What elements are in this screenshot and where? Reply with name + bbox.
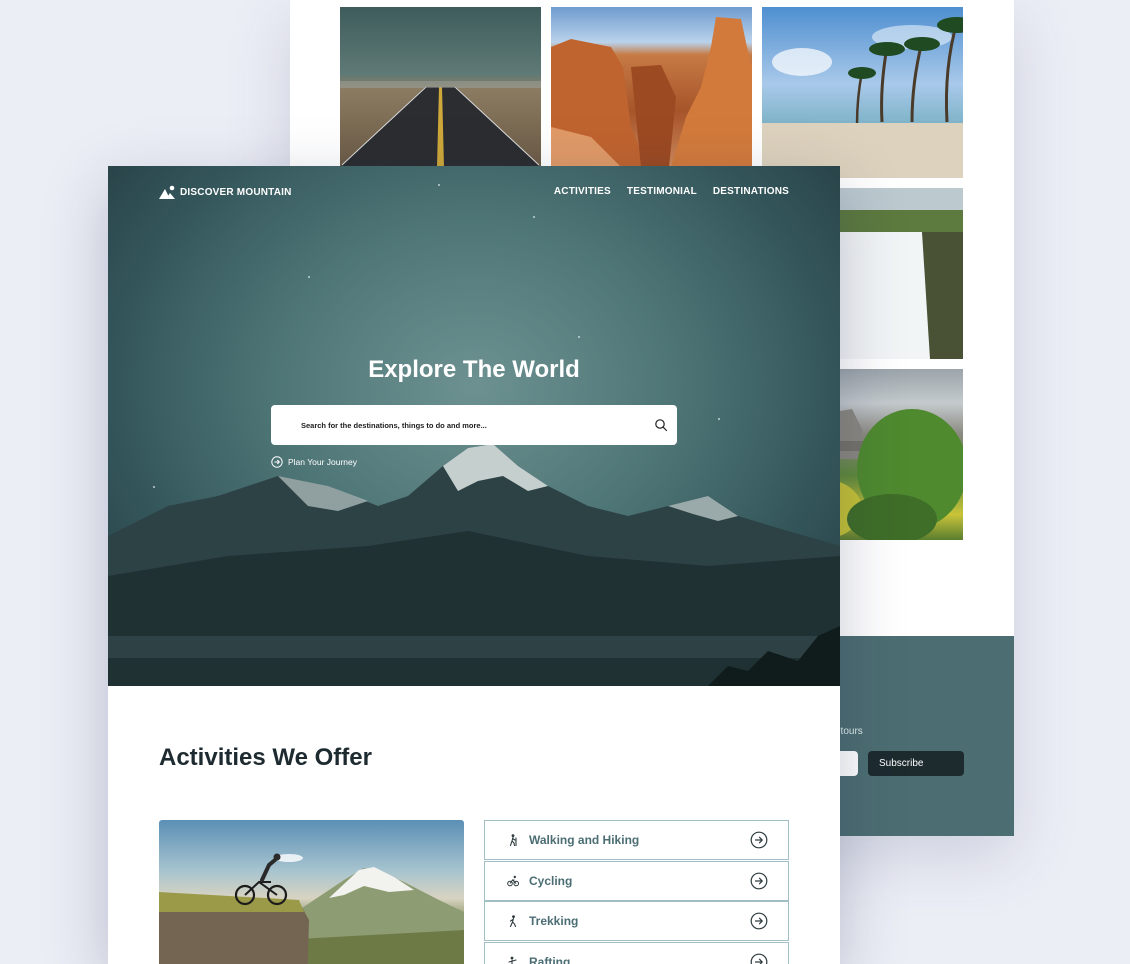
arrow-circle-icon	[750, 872, 768, 889]
search-box	[271, 405, 677, 445]
activity-item-walking-hiking[interactable]: Walking and Hiking	[484, 820, 789, 860]
activity-list: Walking and Hiking Cycling Trekking Raft…	[484, 820, 789, 964]
cycling-icon	[507, 875, 519, 886]
arrow-circle-icon	[750, 831, 768, 849]
nav-link-destinations[interactable]: DESTINATIONS	[713, 186, 789, 197]
activity-item-cycling[interactable]: Cycling	[484, 860, 789, 901]
nav-link-testimonial[interactable]: TESTIMONIAL	[627, 186, 697, 197]
road-illustration	[340, 81, 541, 167]
activity-photo-cyclist	[159, 820, 464, 964]
gallery-photo-road[interactable]	[340, 7, 541, 167]
activity-label: Trekking	[529, 914, 579, 928]
logo-text: DISCOVER MOUNTAIN	[180, 186, 292, 198]
star	[533, 216, 535, 218]
top-navigation: DISCOVER MOUNTAIN ACTIVITIES TESTIMONIAL…	[159, 185, 789, 201]
hero-section: DISCOVER MOUNTAIN ACTIVITIES TESTIMONIAL…	[108, 166, 840, 686]
activity-item-rafting[interactable]: Rafting	[484, 941, 789, 964]
cyclist-illustration	[159, 853, 464, 964]
mountain-logo-icon	[159, 185, 175, 199]
rafting-icon	[507, 956, 519, 964]
gallery-photo-beach[interactable]	[762, 7, 963, 178]
arrow-circle-icon	[750, 912, 768, 930]
star	[718, 418, 720, 420]
activity-label: Cycling	[529, 873, 573, 888]
activities-title: Activities We Offer	[159, 744, 372, 771]
mountain-range	[108, 444, 840, 686]
gallery-photo-canyon[interactable]	[551, 7, 752, 167]
logo[interactable]: DISCOVER MOUNTAIN	[159, 185, 292, 199]
canyon-illustration	[551, 17, 752, 167]
activity-item-trekking[interactable]: Trekking	[484, 901, 789, 941]
star	[308, 276, 310, 278]
activity-label: Walking and Hiking	[529, 833, 640, 847]
hiking-icon	[509, 834, 517, 846]
arrow-circle-icon	[750, 953, 768, 964]
nav-link-activities[interactable]: ACTIVITIES	[554, 186, 611, 197]
subscribe-button[interactable]: Subscribe	[868, 751, 964, 776]
beach-illustration	[762, 17, 963, 178]
front-page-preview: DISCOVER MOUNTAIN ACTIVITIES TESTIMONIAL…	[108, 166, 840, 964]
search-icon[interactable]	[654, 418, 668, 432]
hero-title: Explore The World	[368, 356, 580, 383]
nav-links: ACTIVITIES TESTIMONIAL DESTINATIONS	[554, 186, 789, 197]
trekking-icon	[509, 915, 517, 927]
star	[578, 336, 580, 338]
arrow-circle-icon	[271, 456, 283, 468]
activity-label: Rafting	[529, 954, 571, 964]
search-input[interactable]	[301, 417, 631, 433]
plan-journey-link[interactable]: Plan Your Journey	[271, 456, 357, 468]
plan-journey-label: Plan Your Journey	[288, 457, 357, 467]
